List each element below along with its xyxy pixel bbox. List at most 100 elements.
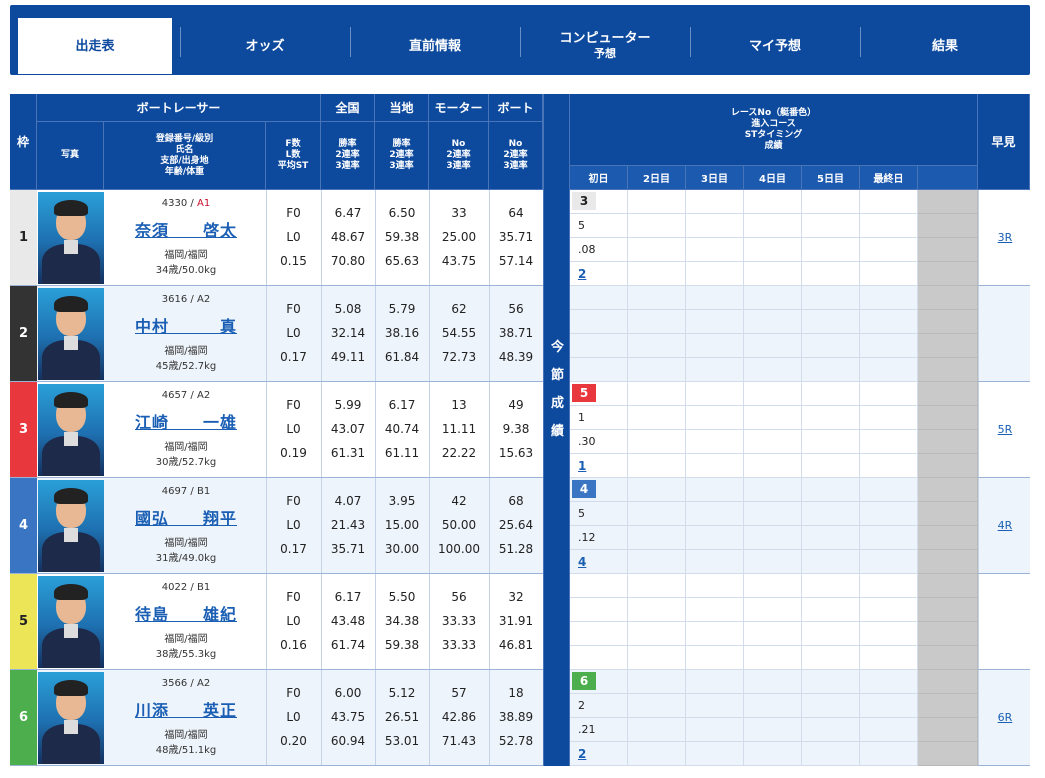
race-grid-cell — [744, 502, 802, 526]
racer-name-link[interactable]: 待島 雄紀 — [106, 601, 266, 625]
stat-motor: 33.33 — [441, 638, 477, 652]
racer-name-link[interactable]: 奈須 啓太 — [106, 217, 266, 241]
race-grid-cell: .08 — [570, 238, 628, 262]
tab-divider — [860, 27, 861, 57]
race-grid-cell — [628, 742, 686, 766]
header-motor-rates: No 2連率 3連率 — [429, 122, 489, 190]
race-grid-cell — [570, 358, 628, 382]
racer-reg-class: 4330 / A1 — [106, 198, 266, 209]
race-grid-cell — [628, 550, 686, 574]
header-day-extra — [918, 166, 978, 190]
racer-reg-class: 4022 / B1 — [106, 582, 266, 593]
race-grid-cell — [860, 262, 918, 286]
tab-1[interactable]: オッズ — [188, 18, 342, 74]
header-motor: モーター — [429, 94, 489, 122]
race-grid-cell — [948, 214, 978, 238]
race-grid-cell — [948, 646, 978, 670]
race-grid-cell: 5 — [570, 382, 628, 406]
header-national-rates-text: 3連率 — [335, 161, 360, 171]
racer-name-link[interactable]: 川添 英正 — [106, 697, 266, 721]
header-national-rates-text: 勝率 — [338, 139, 357, 149]
tab-0[interactable]: 出走表 — [18, 18, 172, 74]
race-grid-cell — [686, 742, 744, 766]
racer-age-weight: 30歳/52.7kg — [155, 457, 217, 468]
stat-fl: L0 — [286, 422, 301, 436]
race-grid-cell — [860, 310, 918, 334]
race-grid-cell — [570, 646, 628, 670]
race-grid-cell — [948, 334, 978, 358]
racer-row: 1 4330 / A1 奈須 啓太 福岡/福岡 34歳/50.0kg F0 L0 0.15 6.… — [10, 190, 1030, 286]
race-grid-cell — [948, 358, 978, 382]
race-grid-cell — [570, 286, 628, 310]
race-grid-cell — [744, 718, 802, 742]
race-grid-cell — [744, 574, 802, 598]
race-grid-cell — [948, 550, 978, 574]
stat-local: 15.00 — [384, 518, 420, 532]
race-grid-cell — [802, 334, 860, 358]
race-grid-cell — [628, 190, 686, 214]
race-grid-cell — [744, 286, 802, 310]
stat-fl: F0 — [286, 590, 301, 604]
race-result-link[interactable]: 4 — [578, 555, 586, 569]
stat-boat: 9.38 — [502, 422, 530, 436]
race-result-link[interactable]: 2 — [578, 267, 586, 281]
race-grid-cell — [686, 502, 744, 526]
hayami-link[interactable]: 4R — [978, 478, 1031, 573]
header-day-5: 最終日 — [860, 166, 918, 190]
waku-number: 4 — [10, 478, 37, 573]
race-grid-cell — [744, 310, 802, 334]
race-grid-cell — [628, 430, 686, 454]
race-result-link[interactable]: 1 — [578, 459, 586, 473]
hayami-link[interactable]: 5R — [978, 382, 1031, 477]
header-day-4-text: 5日目 — [817, 174, 844, 185]
race-grid-cell — [948, 430, 978, 454]
stat-fl: L0 — [286, 614, 301, 628]
photo-collar — [64, 528, 78, 542]
hayami-link — [978, 574, 1031, 669]
race-grid-cell — [570, 622, 628, 646]
stat-national: 61.31 — [330, 446, 366, 460]
stat-boat: 32 — [508, 590, 524, 604]
hayami-link[interactable]: 3R — [978, 190, 1031, 285]
tab-2[interactable]: 直前情報 — [358, 18, 512, 74]
band-char: 今 — [550, 340, 564, 355]
tab-5[interactable]: 結果 — [868, 18, 1022, 74]
race-grid-cell — [802, 238, 860, 262]
racer-info: 4330 / A1 奈須 啓太 福岡/福岡 34歳/50.0kg — [106, 190, 266, 285]
race-grid-cell — [744, 382, 802, 406]
tab-4[interactable]: マイ予想 — [698, 18, 852, 74]
photo-hair — [54, 200, 88, 216]
race-result-link[interactable]: 2 — [578, 747, 586, 761]
race-no-chip: 3 — [572, 192, 596, 210]
race-course: 5 — [578, 219, 585, 232]
racer-photo — [38, 576, 104, 668]
race-grid-cell — [802, 262, 860, 286]
photo-hair — [54, 584, 88, 600]
racer-age-weight: 34歳/50.0kg — [155, 265, 217, 276]
race-grid-cell — [570, 598, 628, 622]
stat-boat: 31.91 — [498, 614, 534, 628]
race-grid-cell — [948, 742, 978, 766]
photo-collar — [64, 624, 78, 638]
header-racer-info-text: 登録番号/級別 — [155, 133, 214, 144]
band-char: 節 — [550, 368, 564, 383]
racer-name-link[interactable]: 中村 真 — [106, 313, 266, 337]
race-grid-cell: .21 — [570, 718, 628, 742]
hayami-link[interactable]: 6R — [978, 670, 1031, 765]
racer-name-link[interactable]: 江崎 一雄 — [106, 409, 266, 433]
racer-name-link[interactable]: 國弘 翔平 — [106, 505, 266, 529]
racer-branch: 福岡/福岡 — [164, 538, 208, 549]
header-race-info-text: レースNo（艇番色） — [730, 107, 817, 118]
header-hayami: 早見 — [978, 94, 1030, 190]
race-grid-cell — [860, 550, 918, 574]
race-grid-cell — [860, 430, 918, 454]
tab-sublabel: 予想 — [594, 47, 616, 60]
tab-3[interactable]: コンピューター 予想 — [528, 18, 682, 74]
racer-photo — [38, 672, 104, 764]
waku-number: 5 — [10, 574, 37, 669]
race-st: .12 — [578, 531, 596, 544]
header-waku: 枠 — [10, 94, 37, 190]
race-grid-cell — [686, 262, 744, 286]
stat-fl: L0 — [286, 326, 301, 340]
stat-national: 43.07 — [330, 422, 366, 436]
